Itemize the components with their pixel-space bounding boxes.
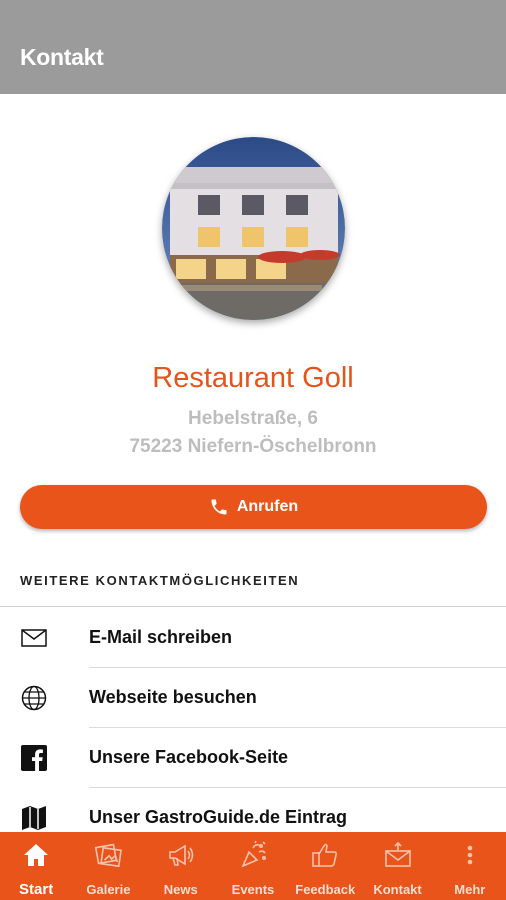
- app-bar: Kontakt: [0, 0, 506, 94]
- nav-feedback[interactable]: Feedback: [289, 832, 361, 900]
- nav-feedback-label: Feedback: [295, 882, 356, 897]
- website-row-label: Webseite besuchen: [89, 687, 257, 707]
- call-button[interactable]: Anrufen: [20, 485, 487, 529]
- bottom-navigation: Start Galerie News Events Feedback Konta…: [0, 832, 506, 900]
- restaurant-photo: [162, 137, 345, 320]
- page-title: Kontakt: [20, 44, 104, 70]
- phone-icon: [211, 499, 227, 515]
- nav-start-label: Start: [19, 881, 54, 898]
- map-icon: [20, 805, 48, 831]
- thumbs-up-icon: [312, 843, 338, 867]
- home-icon: [24, 844, 49, 866]
- more-vertical-icon: [467, 845, 473, 865]
- section-title: WEITERE KONTAKTMÖGLICHKEITEN: [20, 573, 300, 588]
- email-row-label: E-Mail schreiben: [89, 627, 233, 647]
- nav-events[interactable]: Events: [217, 832, 289, 900]
- mail-icon: [20, 625, 48, 651]
- nav-news-label: News: [163, 882, 198, 897]
- facebook-row-label: Unsere Facebook-Seite: [89, 747, 289, 767]
- confetti-icon: [241, 840, 266, 868]
- nav-galerie-label: Galerie: [86, 882, 131, 897]
- section-divider: [0, 606, 506, 607]
- facebook-row[interactable]: Unsere Facebook-Seite: [0, 728, 506, 788]
- email-row[interactable]: E-Mail schreiben: [0, 608, 506, 668]
- website-row[interactable]: Webseite besuchen: [0, 668, 506, 728]
- restaurant-name: Restaurant Goll: [152, 362, 354, 394]
- nav-mehr-label: Mehr: [454, 882, 486, 897]
- call-button-label: Anrufen: [236, 498, 299, 515]
- address-street: Hebelstraße, 6: [188, 408, 318, 429]
- globe-icon: [20, 685, 48, 711]
- facebook-icon: [20, 745, 48, 771]
- gastroguide-row-label: Unser GastroGuide.de Eintrag: [89, 807, 348, 827]
- nav-kontakt-label: Kontakt: [373, 882, 422, 897]
- nav-news[interactable]: News: [145, 832, 217, 900]
- nav-galerie[interactable]: Galerie: [72, 832, 144, 900]
- megaphone-icon: [168, 844, 193, 866]
- address-city: 75223 Niefern-Öschelbronn: [129, 436, 377, 457]
- envelope-icon: [384, 841, 411, 867]
- nav-start[interactable]: Start: [0, 832, 72, 900]
- gallery-icon: [95, 843, 123, 868]
- nav-kontakt[interactable]: Kontakt: [361, 832, 433, 900]
- nav-mehr[interactable]: Mehr: [434, 832, 506, 900]
- nav-events-label: Events: [231, 882, 275, 897]
